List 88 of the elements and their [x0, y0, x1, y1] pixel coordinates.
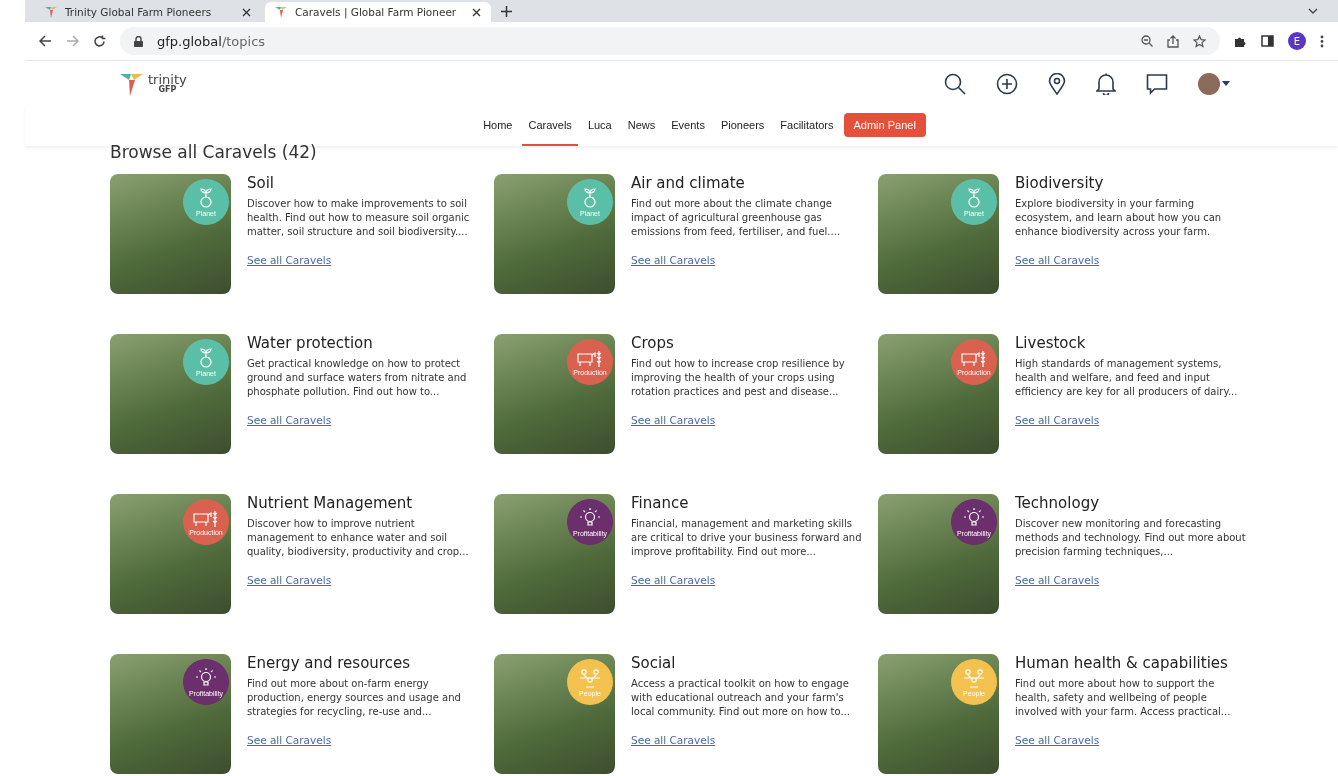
logo-icon	[275, 6, 287, 18]
back-arrow-icon[interactable]	[39, 35, 52, 47]
logo-subtext: GFP	[158, 86, 177, 94]
tab-title: Trinity Global Farm Pioneers	[65, 6, 213, 18]
see-all-link[interactable]: See all Caravels	[1015, 254, 1100, 266]
see-all-link[interactable]: See all Caravels	[247, 574, 332, 586]
search-icon[interactable]	[944, 72, 966, 95]
people-icon	[579, 667, 601, 688]
topic-description: Access a practical toolkit on how to engage with educational outreach and your farm's local community. Find out more on how to...	[631, 677, 851, 719]
nav-link[interactable]: Luca	[581, 106, 618, 146]
see-all-link[interactable]: See all Caravels	[631, 734, 716, 746]
topic-description: Find out more about the climate change impact of agricultural greenhouse gas emissions from feed, fertiliser, and fuel....	[631, 197, 842, 239]
url-text: gfp.global/topics	[157, 33, 266, 49]
admin-panel-button[interactable]: Admin Panel	[843, 113, 926, 137]
new-tab-icon[interactable]	[501, 5, 512, 17]
nav-link[interactable]: Home	[477, 106, 519, 146]
see-all-link[interactable]: See all Caravels	[247, 254, 332, 266]
topic-title: Nutrient Management	[247, 494, 414, 512]
cow-wheat-icon	[961, 348, 987, 367]
browser-tab[interactable]: Caravels | Global Farm Pioneer	[265, 2, 491, 22]
topic-description: Find out more about how to support the health, safety and wellbeing of people involved with your farm. Access practical...	[1015, 677, 1232, 719]
topic-description: Discover how to improve nutrient management to enhance water and soil quality, biodiversity, productivity and crop...	[247, 517, 470, 559]
lightbulb-icon	[580, 507, 600, 528]
topic-description: Explore biodiversity in your farming ecosystem, and learn about how you can enhance biodiversity across your farm.	[1015, 197, 1223, 239]
close-icon[interactable]	[472, 7, 481, 17]
address-field[interactable]: gfp.global/topics	[120, 27, 1220, 55]
topic-title: Air and climate	[631, 174, 746, 192]
see-all-link[interactable]: See all Caravels	[1015, 734, 1100, 746]
star-icon[interactable]	[1193, 34, 1206, 48]
close-icon[interactable]	[242, 7, 251, 17]
see-all-link[interactable]: See all Caravels	[247, 414, 332, 426]
sidebar-icon[interactable]	[1261, 35, 1274, 47]
lock-icon	[134, 35, 143, 47]
topic-description: High standards of management systems, health and welfare, and feed and input efficiency are key for all producers of dairy...	[1015, 357, 1239, 399]
topic-title: Energy and resources	[247, 654, 411, 672]
cow-wheat-icon	[193, 508, 219, 527]
nav-link[interactable]: Caravels	[522, 106, 578, 146]
see-all-link[interactable]: See all Caravels	[631, 574, 716, 586]
topic-title: Finance	[631, 494, 690, 512]
see-all-link[interactable]: See all Caravels	[631, 414, 716, 426]
topic-title: Crops	[631, 334, 675, 352]
topic-title: Technology	[1015, 494, 1101, 512]
tab-title: Caravels | Global Farm Pioneer	[295, 6, 458, 18]
caret-icon[interactable]	[1222, 81, 1230, 86]
sprout-globe-icon	[582, 187, 598, 208]
browser-tab[interactable]: Trinity Global Farm Pioneers	[35, 2, 261, 22]
logo-icon[interactable]	[120, 71, 144, 96]
topic-title: Livestock	[1015, 334, 1087, 352]
chevron-icon[interactable]	[1308, 8, 1318, 14]
more-icon[interactable]	[1320, 34, 1324, 48]
share-icon[interactable]	[1167, 34, 1179, 48]
sprout-globe-icon	[966, 187, 982, 208]
sprout-globe-icon	[198, 187, 214, 208]
logo-text: trinity	[148, 73, 187, 86]
topic-description: Discover how to make improvements to soil health. Find out how to measure soil organic matter, soil structure and soil biodiversity....	[247, 197, 471, 239]
nav-link[interactable]: News	[621, 106, 662, 146]
see-all-link[interactable]: See all Caravels	[1015, 574, 1100, 586]
cow-wheat-icon	[577, 348, 603, 367]
topic-title: Social	[631, 654, 677, 672]
topic-title: Human health & capabilities	[1015, 654, 1229, 672]
reload-icon[interactable]	[93, 34, 106, 48]
see-all-link[interactable]: See all Caravels	[247, 734, 332, 746]
topic-description: Find out more about on-farm energy production, energy sources and usage and strategies for recycling, re-use and...	[247, 677, 462, 719]
sprout-globe-icon	[198, 347, 214, 368]
lightbulb-icon	[964, 507, 984, 528]
topic-description: Financial, management and marketing skills are critical to drive your business forward and improve profitability. Find out more...	[631, 517, 863, 559]
topic-description: Get practical knowledge on how to protect ground and surface waters from nitrate and phosphate pollution. Find out how to...	[247, 357, 468, 399]
topic-title: Biodiversity	[1015, 174, 1105, 192]
profile-avatar[interactable]: E	[1288, 32, 1306, 50]
people-icon	[963, 667, 985, 688]
lightbulb-icon	[196, 667, 216, 688]
nav-link[interactable]: Facilitators	[774, 106, 840, 146]
location-pin-icon[interactable]	[1048, 72, 1066, 95]
page-heading: Browse all Caravels (42)	[110, 142, 318, 162]
bell-icon[interactable]	[1096, 72, 1116, 95]
topic-description: Discover new monitoring and forecasting methods and technology. Find out more about precision farming techniques,...	[1015, 517, 1247, 559]
user-avatar[interactable]	[1198, 72, 1220, 95]
see-all-link[interactable]: See all Caravels	[631, 254, 716, 266]
topic-description: Find out how to increase crop resilience by improving the health of your crops using rotation practices and pest and disease...	[631, 357, 846, 399]
nav-link[interactable]: Pioneers	[714, 106, 771, 146]
nav-link[interactable]: Events	[665, 106, 711, 146]
topic-title: Soil	[247, 174, 276, 192]
see-all-link[interactable]: See all Caravels	[1015, 414, 1100, 426]
topic-title: Water protection	[247, 334, 374, 352]
logo-icon	[45, 6, 57, 18]
add-circle-icon[interactable]	[996, 72, 1018, 95]
zoom-out-icon[interactable]	[1141, 35, 1153, 47]
chat-icon[interactable]	[1146, 72, 1168, 95]
